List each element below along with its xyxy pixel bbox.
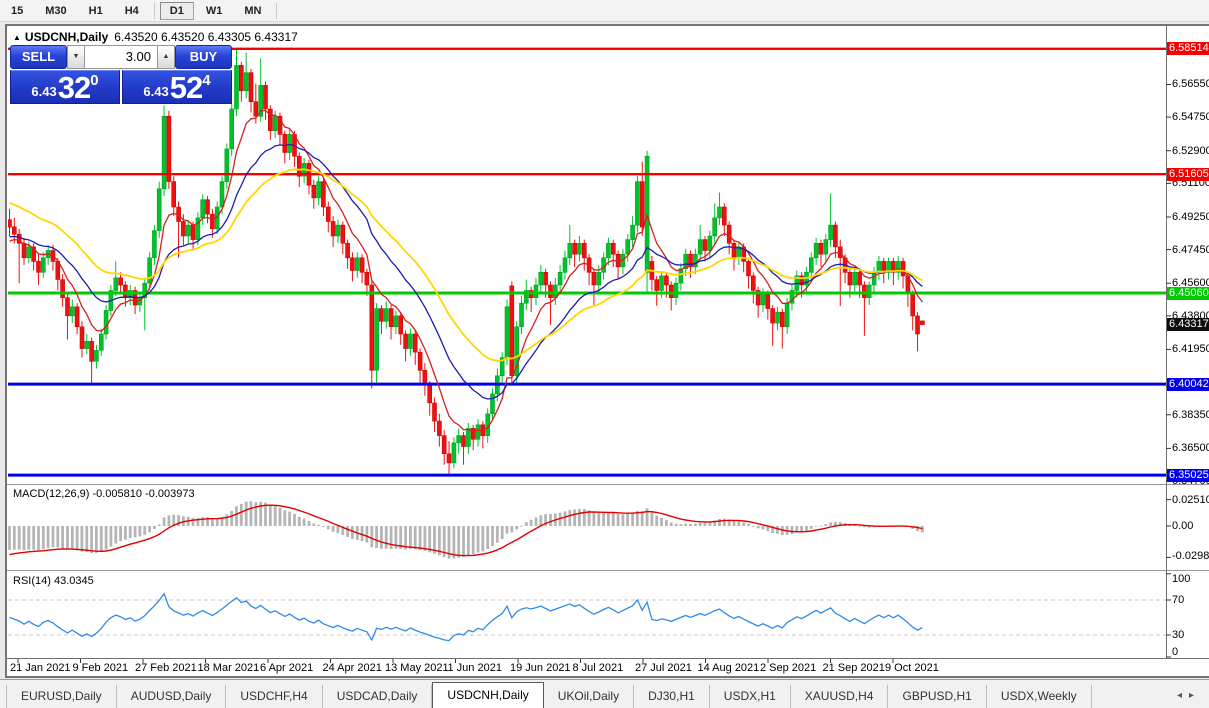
tab-usdcnh-daily[interactable]: USDCNH,Daily (432, 682, 543, 708)
toolbar-separator (154, 3, 155, 19)
date-tick-label: 24 Apr 2021 (323, 662, 382, 674)
date-tick-label: 14 Aug 2021 (698, 662, 760, 674)
price-tick-label: 6.49250 (1172, 211, 1209, 223)
sell-price-display[interactable]: 6.43 32 0 (10, 70, 120, 104)
price-tick-label: 6.41950 (1172, 343, 1209, 355)
buy-price-main: 52 (170, 73, 202, 102)
chart-title: ▲ USDCNH,Daily 6.43520 6.43520 6.43305 6.4… (13, 30, 298, 44)
price-tick-label: 6.56550 (1172, 78, 1209, 90)
price-level-tag: 6.58514 (1167, 42, 1209, 55)
tab-audusd-daily[interactable]: AUDUSD,Daily (117, 685, 227, 708)
buy-price-prefix: 6.43 (143, 84, 168, 99)
tab-usdchf-h4[interactable]: USDCHF,H4 (226, 685, 322, 708)
mt4-app: 15M30H1H4D1W1MN ▲USDCNH,Daily6.43520 6.4… (0, 0, 1209, 708)
trade-controls-row: SELL ▼ 3.00 ▲ BUY (10, 45, 232, 69)
timeframe-button-w1[interactable]: W1 (196, 2, 233, 20)
rsi-scale-label: 0 (1172, 646, 1178, 658)
chart-tab-bar: EURUSD,DailyAUDUSD,DailyUSDCHF,H4USDCAD,… (0, 679, 1209, 708)
date-tick-label: 9 Feb 2021 (73, 662, 129, 674)
price-level-tag: 6.40042 (1167, 378, 1209, 391)
price-level-tag: 6.51605 (1167, 168, 1209, 181)
date-tick-label: 19 Jun 2021 (510, 662, 571, 674)
one-click-trading-panel: SELL ▼ 3.00 ▲ BUY 6.43 32 0 6.43 52 4 (10, 45, 232, 105)
date-tick-label: 21 Sep 2021 (823, 662, 885, 674)
date-tick-label: 18 Mar 2021 (198, 662, 260, 674)
sell-price-main: 32 (58, 73, 90, 102)
buy-price-pip: 4 (202, 72, 210, 89)
date-tick-label: 13 May 2021 (385, 662, 449, 674)
macd-indicator-label: MACD(12,26,9) -0.005810 -0.003973 (13, 488, 195, 500)
timeframe-button-15[interactable]: 15 (1, 2, 33, 20)
price-level-tag: 6.43317 (1167, 318, 1209, 331)
tab-dj30-h1[interactable]: DJ30,H1 (634, 685, 710, 708)
date-tick-label: 8 Jul 2021 (573, 662, 624, 674)
tab-scroll-arrows[interactable]: ◂▸ (1177, 690, 1201, 701)
macd-scale-label: 0.025108 (1172, 494, 1209, 506)
price-level-tag: 6.45060 (1167, 287, 1209, 300)
chart-symbol-label: USDCNH,Daily (25, 30, 108, 44)
rsi-scale-label: 30 (1172, 629, 1184, 641)
timeframe-button-m30[interactable]: M30 (35, 2, 76, 20)
date-tick-label: 21 Jan 2021 (10, 662, 71, 674)
price-tick-label: 6.38350 (1172, 409, 1209, 421)
tab-usdx-weekly[interactable]: USDX,Weekly (987, 685, 1092, 708)
timeframe-button-d1[interactable]: D1 (160, 2, 194, 20)
timeframe-button-h4[interactable]: H4 (115, 2, 149, 20)
date-tick-label: 6 Apr 2021 (260, 662, 313, 674)
chart-ohlc-values: 6.43520 6.43520 6.43305 6.43317 (114, 30, 298, 44)
price-tick-label: 6.36500 (1172, 442, 1209, 454)
date-tick-label: 27 Jul 2021 (635, 662, 692, 674)
quote-row: 6.43 32 0 6.43 52 4 (10, 70, 232, 104)
tab-eurusd-daily[interactable]: EURUSD,Daily (6, 685, 117, 708)
price-level-tag: 6.35025 (1167, 469, 1209, 482)
date-tick-label: 2 Sep 2021 (760, 662, 816, 674)
date-tick-label: 9 Oct 2021 (885, 662, 939, 674)
toolbar-separator (276, 3, 277, 19)
collapse-panel-icon[interactable]: ▲ (13, 33, 21, 42)
timeframe-button-mn[interactable]: MN (234, 2, 271, 20)
buy-button[interactable]: BUY (175, 45, 232, 69)
tab-ukoil-daily[interactable]: UKOil,Daily (544, 685, 634, 708)
macd-scale-label: 0.00 (1172, 520, 1193, 532)
volume-increase-button[interactable]: ▲ (157, 45, 175, 69)
tab-scroll-left-icon[interactable]: ◂ (1177, 690, 1189, 701)
chart-window[interactable] (5, 24, 1209, 678)
volume-decrease-button[interactable]: ▼ (67, 45, 85, 69)
tab-usdx-h1[interactable]: USDX,H1 (710, 685, 791, 708)
price-tick-label: 6.52900 (1172, 145, 1209, 157)
volume-input[interactable]: 3.00 (85, 45, 157, 69)
timeframe-toolbar: 15M30H1H4 D1W1MN (0, 0, 1209, 22)
sell-button[interactable]: SELL (10, 45, 67, 69)
date-tick-label: 1 Jun 2021 (448, 662, 502, 674)
price-axis[interactable]: 6.565506.547506.529006.511006.492506.474… (1167, 26, 1209, 484)
sell-price-prefix: 6.43 (31, 84, 56, 99)
timeframe-button-h1[interactable]: H1 (79, 2, 113, 20)
rsi-scale-label: 70 (1172, 594, 1184, 606)
tab-usdcad-daily[interactable]: USDCAD,Daily (323, 685, 433, 708)
buy-price-display[interactable]: 6.43 52 4 (122, 70, 232, 104)
date-tick-label: 27 Feb 2021 (135, 662, 197, 674)
macd-scale-label: -0.02988 (1172, 550, 1209, 562)
tab-gbpusd-h1[interactable]: GBPUSD,H1 (888, 685, 986, 708)
tab-xauusd-h4[interactable]: XAUUSD,H4 (791, 685, 889, 708)
rsi-scale-label: 100 (1172, 573, 1190, 585)
price-tick-label: 6.47450 (1172, 244, 1209, 256)
sell-price-pip: 0 (90, 72, 98, 89)
price-tick-label: 6.54750 (1172, 111, 1209, 123)
tab-scroll-right-icon[interactable]: ▸ (1189, 690, 1201, 701)
rsi-indicator-label: RSI(14) 43.0345 (13, 575, 94, 587)
